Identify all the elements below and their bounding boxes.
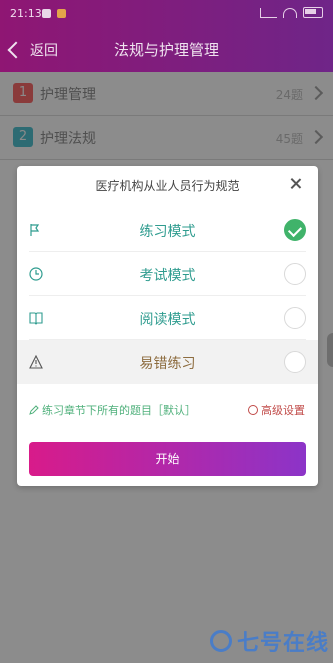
question-count: 45题 — [275, 132, 303, 146]
radio-unchecked-icon[interactable] — [284, 263, 306, 285]
radio-unchecked-icon[interactable] — [284, 307, 306, 329]
option-label: 易错练习 — [139, 356, 196, 372]
chapter-number-badge: 1 — [13, 83, 33, 103]
divider — [0, 159, 333, 160]
question-count: 24题 — [275, 88, 303, 102]
chevron-right-icon — [308, 85, 324, 101]
option-reading-mode[interactable]: 阅读模式 — [17, 296, 318, 340]
scope-note[interactable]: 练习章节下所有的题目［默认］ — [29, 402, 196, 418]
notification-app-icon — [42, 9, 51, 18]
chapter-label: 护理管理 — [40, 87, 96, 103]
chapter-list: 1 护理管理 24题 2 护理法规 45题 — [0, 72, 333, 160]
advanced-settings-label: 高级设置 — [261, 404, 305, 417]
page-title: 法规与护理管理 — [113, 41, 219, 59]
close-icon[interactable] — [288, 176, 304, 192]
option-label: 阅读模式 — [139, 312, 196, 328]
mode-select-dialog: 医疗机构从业人员行为规范 练习模式 考试模式 阅读模式 易错练习 练习章节下所有… — [17, 166, 318, 486]
chapter-number-badge: 2 — [13, 127, 33, 147]
option-exam-mode[interactable]: 考试模式 — [17, 252, 318, 296]
watermark-text: 七号在线 — [236, 631, 329, 656]
start-button[interactable]: 开始 — [29, 442, 306, 476]
side-handle[interactable] — [327, 333, 333, 367]
radio-unchecked-icon[interactable] — [284, 351, 306, 373]
wifi-icon — [283, 7, 297, 18]
option-error-prone-practice[interactable]: 易错练习 — [17, 340, 318, 384]
status-bar: 21:13 — [0, 0, 333, 28]
radio-checked-icon[interactable] — [284, 219, 306, 241]
status-time: 21:13 — [10, 7, 42, 20]
option-label: 练习模式 — [139, 224, 196, 240]
scope-note-text: 练习章节下所有的题目［默认］ — [42, 404, 196, 417]
notification-app-icon — [57, 9, 66, 18]
app-header-bar: 21:13 返回 法规与护理管理 — [0, 0, 333, 72]
pencil-icon — [29, 405, 39, 415]
chevron-right-icon — [308, 129, 324, 145]
nav-header: 返回 法规与护理管理 — [0, 28, 333, 72]
watermark: 七号在线 — [209, 625, 329, 657]
battery-icon — [303, 7, 323, 18]
list-item[interactable]: 2 护理法规 45题 — [0, 116, 333, 160]
list-item[interactable]: 1 护理管理 24题 — [0, 72, 333, 116]
option-label: 考试模式 — [139, 268, 196, 284]
watermark-logo-icon — [209, 630, 232, 652]
chapter-label: 护理法规 — [40, 131, 96, 147]
gear-icon — [248, 405, 258, 415]
signal-icon — [260, 7, 277, 18]
advanced-settings-link[interactable]: 高级设置 — [248, 402, 305, 418]
status-indicators — [260, 7, 323, 18]
option-practice-mode[interactable]: 练习模式 — [17, 208, 318, 252]
dialog-title: 医疗机构从业人员行为规范 — [95, 179, 240, 193]
